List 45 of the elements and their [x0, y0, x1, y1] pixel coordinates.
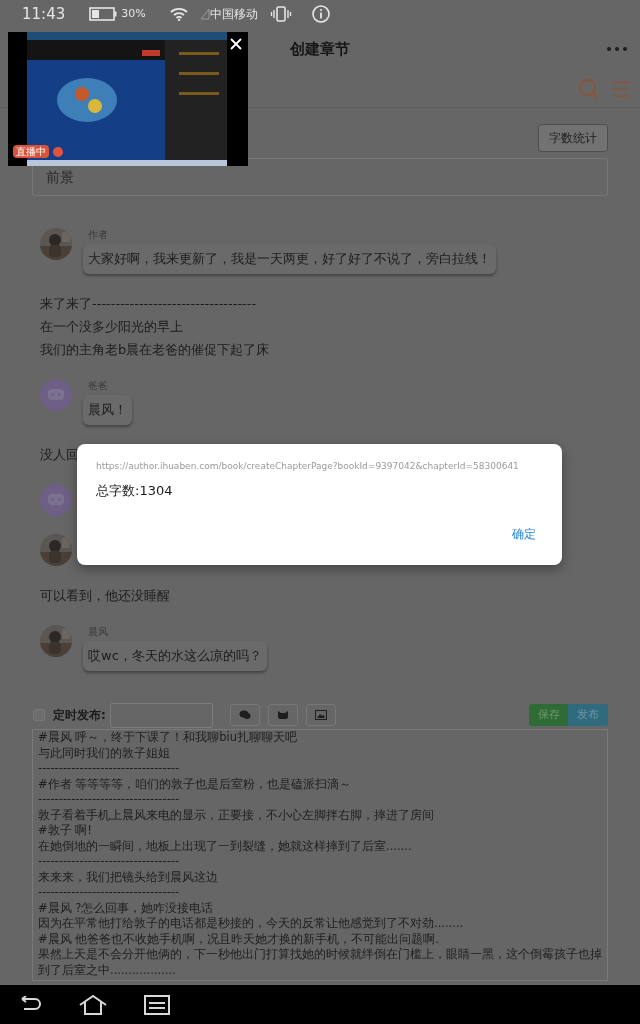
image-button[interactable] — [305, 704, 336, 726]
editor-line: 来来来，我们把镜头给到晨风这边 — [38, 869, 218, 885]
cat-face-icon — [276, 710, 289, 720]
signal-icon — [199, 8, 210, 20]
vibrate-icon — [269, 6, 292, 22]
word-count-button[interactable]: 字数统计 — [538, 124, 608, 152]
editor-line: #晨风 ?怎么回事，她咋没接电话 — [38, 900, 214, 916]
editor-line: 与此同时我们的敦子姐姐 — [38, 745, 170, 761]
dialog-url: https://author.ihuaben.com/book/createChapterPage?bookId=9397042&chapterId=58300641 — [96, 460, 520, 473]
chat-bubble: 晨风！ — [83, 395, 132, 425]
editor-line: ---------------------------------- — [38, 885, 180, 901]
ok-button[interactable]: 确定 — [510, 525, 538, 543]
editor-line: 因为在平常他打给敦子的电话都是秒接的，今天的反常让他感觉到了不对劲........ — [38, 916, 464, 932]
home-icon[interactable] — [78, 994, 108, 1015]
image-icon — [314, 710, 327, 720]
close-icon[interactable] — [230, 38, 242, 50]
more-icon[interactable] — [606, 46, 628, 52]
recent-apps-icon[interactable] — [144, 994, 170, 1015]
wifi-icon — [169, 7, 188, 21]
editor-line: ---------------------------------- — [38, 761, 180, 777]
save-button[interactable]: 保存 — [529, 704, 568, 726]
editor-line: #晨风 他爸爸也不收她手机啊，况且昨天她才换的新手机，不可能出问题啊. — [38, 931, 439, 947]
editor-line: ---------------------------------- — [38, 792, 180, 808]
editor-line: #晨风 呼～，终于下课了！和我聊biu扎聊聊天吧 — [38, 730, 298, 746]
dialog-message: 总字数:1304 — [96, 481, 174, 500]
page-title: 创建章节 — [290, 38, 350, 60]
narration-line: 我们的主角老b晨在老爸的催促下起了床 — [40, 341, 270, 359]
chat-button[interactable] — [229, 704, 260, 726]
live-stream-window[interactable]: 直播中 — [8, 32, 248, 166]
carrier-name: 中国移动 — [209, 6, 258, 23]
schedule-label: 定时发布: — [53, 707, 106, 724]
publish-button[interactable]: 发布 — [568, 704, 608, 726]
chat-bubble: 哎wc，冬天的水这么凉的吗？ — [83, 641, 267, 671]
live-badge: 直播中 — [13, 145, 49, 158]
editor-line: ---------------------------------- — [38, 854, 180, 870]
speech-bubbles-icon — [238, 710, 251, 720]
info-icon — [311, 5, 330, 23]
narration-line: 可以看到，他还没睡醒 — [40, 587, 170, 605]
battery-percent: 30% — [121, 5, 146, 22]
clock-time: 11:43 — [22, 3, 66, 25]
narration-line: 来了来了----------------------------------- — [40, 295, 257, 313]
editor-line: #作者 等等等等，咱们的敦子也是后室粉，也是磕派扫滴～ — [38, 776, 352, 792]
battery-icon — [89, 7, 118, 21]
character-button[interactable] — [267, 704, 298, 726]
editor-line: #敦子 啊! — [38, 823, 92, 839]
